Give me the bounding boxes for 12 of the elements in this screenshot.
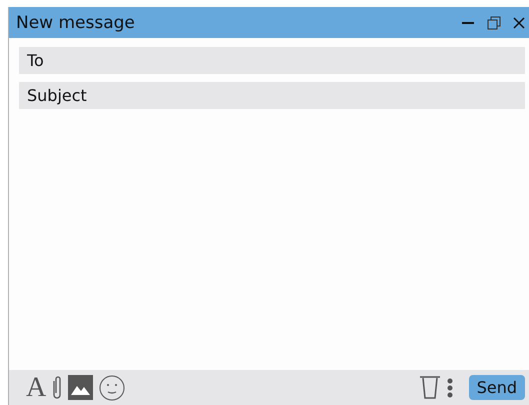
window-title: New message — [16, 12, 136, 32]
input-field[interactable]: Subject — [19, 82, 525, 109]
input-field[interactable]: To — [19, 47, 525, 74]
restore-icon[interactable] — [487, 16, 501, 30]
format-icon[interactable]: A — [26, 374, 46, 402]
smiley-icon[interactable] — [99, 374, 126, 400]
paperclip-icon[interactable] — [52, 375, 62, 400]
trash-icon[interactable] — [418, 375, 441, 400]
send-button[interactable]: Send — [468, 375, 525, 400]
more-icon[interactable] — [446, 376, 453, 398]
close-icon[interactable] — [513, 16, 525, 28]
image-icon[interactable] — [68, 375, 94, 400]
